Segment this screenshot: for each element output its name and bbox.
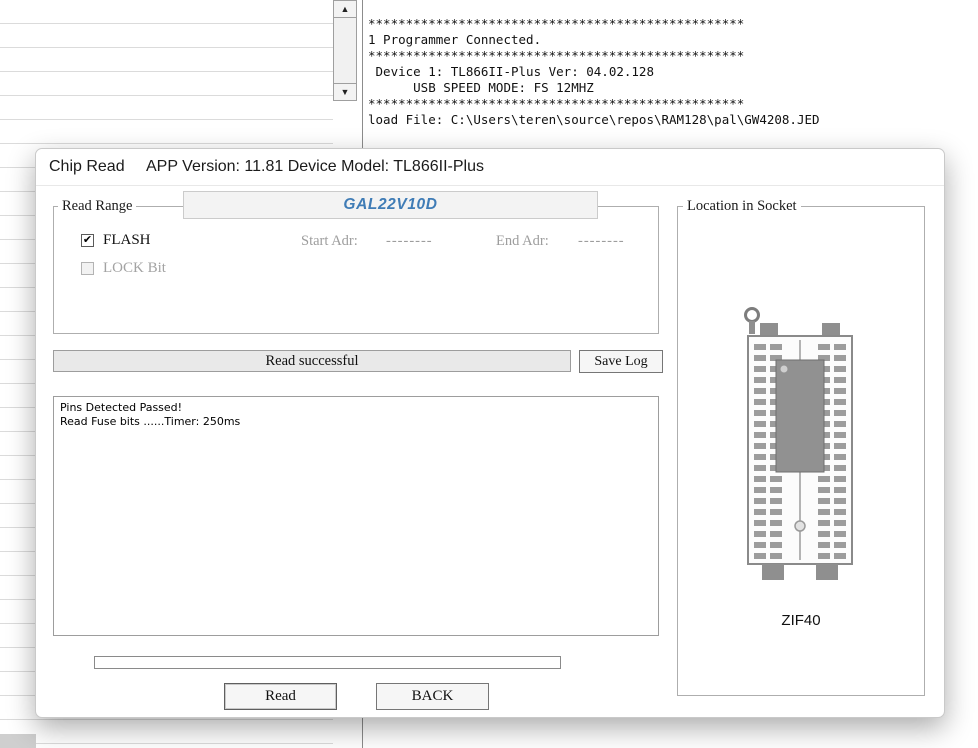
- progress-bar: [94, 656, 561, 669]
- log-line: Read Fuse bits ......Timer: 250ms: [60, 415, 652, 429]
- console-line: USB SPEED MODE: FS 12MHZ: [368, 80, 972, 96]
- console-line: Device 1: TL866II-Plus Ver: 04.02.128: [368, 64, 972, 80]
- window-corner: [0, 734, 36, 748]
- save-log-button[interactable]: Save Log: [579, 350, 663, 373]
- status-bar: Read successful: [53, 350, 571, 372]
- screen: ▲ ▼ ************************************…: [0, 0, 978, 748]
- console-line: ****************************************…: [368, 96, 972, 112]
- socket-group-label: Location in Socket: [683, 198, 801, 215]
- console-log: ****************************************…: [368, 16, 972, 128]
- dialog-titlebar: Chip Read APP Version: 11.81 Device Mode…: [36, 149, 944, 186]
- start-adr-value: --------: [386, 233, 433, 250]
- console-line: load File: C:\Users\teren\source\repos\R…: [368, 112, 972, 128]
- scroll-up-button[interactable]: ▲: [334, 1, 356, 18]
- lock-bit-label: LOCK Bit: [103, 260, 166, 277]
- chip-read-dialog: Chip Read APP Version: 11.81 Device Mode…: [35, 148, 945, 718]
- log-line: Pins Detected Passed!: [60, 401, 652, 415]
- read-range-label: Read Range: [58, 198, 136, 215]
- lock-bit-checkbox: [81, 262, 94, 275]
- flash-label: FLASH: [103, 232, 151, 249]
- console-line: ****************************************…: [368, 16, 972, 32]
- console-line: 1 Programmer Connected.: [368, 32, 972, 48]
- console-line: ****************************************…: [368, 48, 972, 64]
- start-adr-label: Start Adr:: [301, 233, 358, 250]
- dialog-title: Chip Read: [49, 158, 125, 176]
- flash-checkbox[interactable]: ✔: [81, 234, 94, 247]
- socket-name-label: ZIF40: [678, 612, 924, 629]
- scroll-down-button[interactable]: ▼: [334, 83, 356, 100]
- chip-name-tab: GAL22V10D: [183, 191, 598, 219]
- scrollbar[interactable]: ▲ ▼: [333, 0, 357, 101]
- read-button[interactable]: Read: [224, 683, 337, 710]
- app-version-text: APP Version: 11.81 Device Model: TL866II…: [146, 158, 484, 176]
- log-output[interactable]: Pins Detected Passed!Read Fuse bits ....…: [53, 396, 659, 636]
- socket-group: ZIF40: [677, 206, 925, 696]
- zif-socket-graphic: [740, 302, 860, 592]
- scroll-up-icon: ▲: [341, 4, 350, 14]
- back-button[interactable]: BACK: [376, 683, 489, 710]
- scroll-down-icon: ▼: [341, 87, 350, 97]
- end-adr-value: --------: [578, 233, 625, 250]
- end-adr-label: End Adr:: [496, 233, 549, 250]
